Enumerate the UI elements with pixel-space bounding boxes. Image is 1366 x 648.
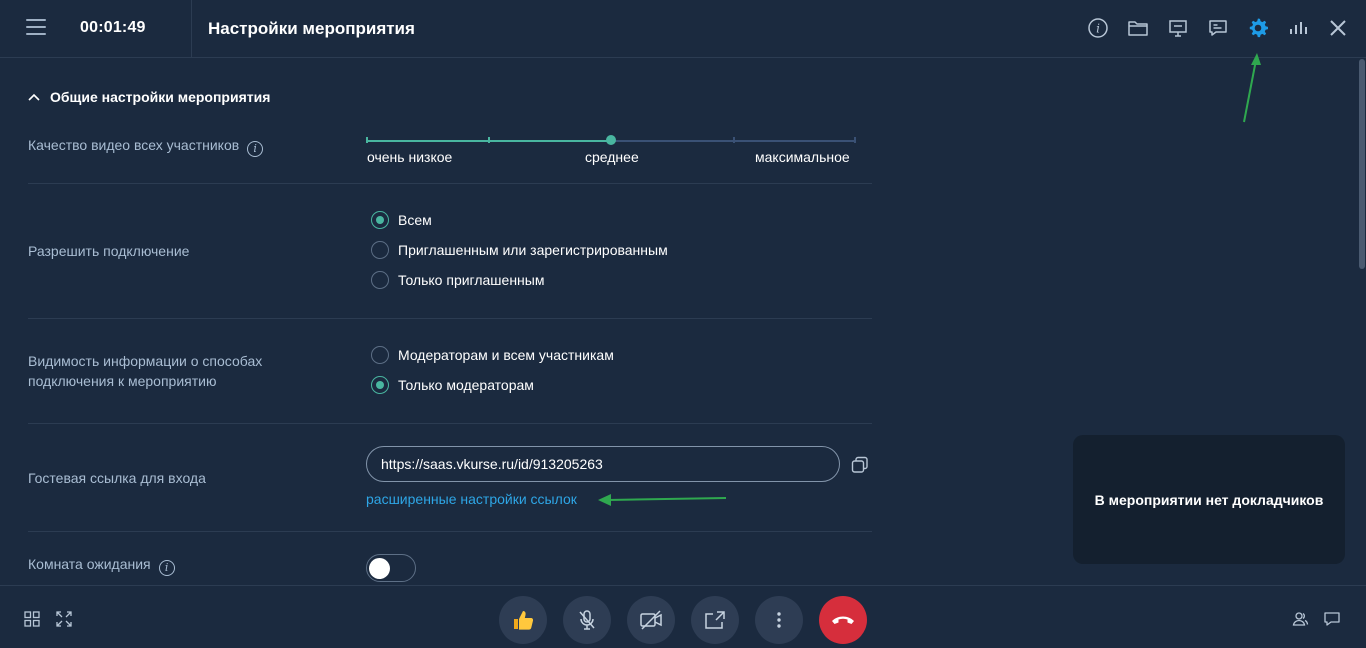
- header-divider: [191, 0, 192, 58]
- guest-link-label: Гостевая ссылка для входа: [28, 470, 206, 486]
- video-quality-label-text: Качество видео всех участников: [28, 137, 240, 153]
- waiting-room-toggle[interactable]: [366, 554, 416, 582]
- quality-level-medium: среднее: [585, 149, 639, 165]
- radio-visibility-all[interactable]: Модераторам и всем участникам: [371, 346, 614, 364]
- chat-icon[interactable]: [1206, 16, 1230, 40]
- folder-icon[interactable]: [1126, 16, 1150, 40]
- divider: [28, 183, 872, 184]
- waiting-room-label-text: Комната ожидания: [28, 556, 151, 572]
- slider-tick: [366, 137, 368, 143]
- divider: [28, 531, 872, 532]
- quality-level-max: максимальное: [755, 149, 850, 165]
- radio-allow-invited-only[interactable]: Только приглашенным: [371, 271, 544, 289]
- header: 00:01:49 Настройки мероприятия i: [0, 0, 1366, 58]
- info-icon[interactable]: i: [1086, 16, 1110, 40]
- speakers-panel: В мероприятии нет докладчиков: [1073, 435, 1345, 564]
- guest-link-value: https://saas.vkurse.ru/id/913205263: [381, 456, 603, 472]
- thumbs-up-icon: [514, 611, 534, 630]
- section-title: Общие настройки мероприятия: [50, 89, 271, 105]
- content-scrollbar[interactable]: [1358, 59, 1366, 585]
- share-screen-icon: [705, 611, 725, 629]
- radio-dot: [371, 346, 389, 364]
- share-screen-button[interactable]: [691, 596, 739, 644]
- chevron-up-icon: [28, 93, 40, 101]
- radio-dot: [371, 376, 389, 394]
- hang-up-icon: [832, 616, 854, 624]
- quality-level-low: очень низкое: [367, 149, 453, 165]
- slider-thumb[interactable]: [606, 135, 616, 145]
- slider-tick: [854, 137, 856, 143]
- close-icon[interactable]: [1326, 16, 1350, 40]
- slider-tick: [488, 137, 490, 143]
- event-timer: 00:01:49: [80, 19, 146, 36]
- camera-off-icon: [640, 610, 662, 630]
- chat-bubble-icon[interactable]: [1323, 610, 1341, 628]
- speakers-panel-text: В мероприятии нет докладчиков: [1094, 491, 1324, 508]
- grid-layout-icon[interactable]: [23, 610, 41, 628]
- more-vertical-icon: [777, 612, 781, 628]
- page-title: Настройки мероприятия: [208, 19, 415, 38]
- slider-tick: [733, 137, 735, 143]
- participants-icon[interactable]: [1291, 610, 1309, 628]
- info-icon[interactable]: i: [247, 141, 264, 157]
- radio-label: Всем: [398, 212, 432, 228]
- svg-text:i: i: [1096, 22, 1100, 36]
- section-collapse-toggle[interactable]: Общие настройки мероприятия: [28, 89, 270, 105]
- radio-allow-invited-or-registered[interactable]: Приглашенным или зарегистрированным: [371, 241, 668, 259]
- radio-dot: [371, 271, 389, 289]
- divider: [28, 318, 872, 319]
- video-quality-slider[interactable]: [366, 135, 856, 145]
- settings-gear-icon[interactable]: [1246, 16, 1270, 40]
- radio-label: Модераторам и всем участникам: [398, 347, 614, 363]
- radio-label: Приглашенным или зарегистрированным: [398, 242, 668, 258]
- info-icon[interactable]: i: [158, 560, 175, 576]
- radio-visibility-moderators[interactable]: Только модераторам: [371, 376, 534, 394]
- allow-connection-label: Разрешить подключение: [28, 243, 190, 259]
- advanced-link-settings[interactable]: расширенные настройки ссылок: [366, 491, 577, 507]
- microphone-off-icon: [579, 610, 595, 630]
- guest-link-field[interactable]: https://saas.vkurse.ru/id/913205263: [366, 446, 840, 482]
- radio-label: Только модераторам: [398, 377, 534, 393]
- stats-icon[interactable]: [1286, 16, 1310, 40]
- waiting-room-label: Комната ожидания i: [28, 554, 175, 576]
- visibility-label: Видимость информации о способах подключе…: [28, 353, 263, 389]
- microphone-button[interactable]: [563, 596, 611, 644]
- thumbs-up-button[interactable]: [499, 596, 547, 644]
- radio-label: Только приглашенным: [398, 272, 545, 288]
- radio-dot: [371, 241, 389, 259]
- menu-icon[interactable]: [26, 19, 46, 37]
- presentation-icon[interactable]: [1166, 16, 1190, 40]
- scrollbar-thumb[interactable]: [1359, 59, 1365, 269]
- video-quality-label: Качество видео всех участников i: [28, 135, 264, 157]
- more-options-button[interactable]: [755, 596, 803, 644]
- toggle-knob: [369, 558, 390, 579]
- divider: [28, 423, 872, 424]
- radio-allow-all[interactable]: Всем: [371, 211, 432, 229]
- camera-button[interactable]: [627, 596, 675, 644]
- radio-dot: [371, 211, 389, 229]
- fullscreen-icon[interactable]: [55, 610, 73, 628]
- bottom-toolbar: [0, 585, 1366, 648]
- copy-icon[interactable]: [850, 455, 870, 475]
- hang-up-button[interactable]: [819, 596, 867, 644]
